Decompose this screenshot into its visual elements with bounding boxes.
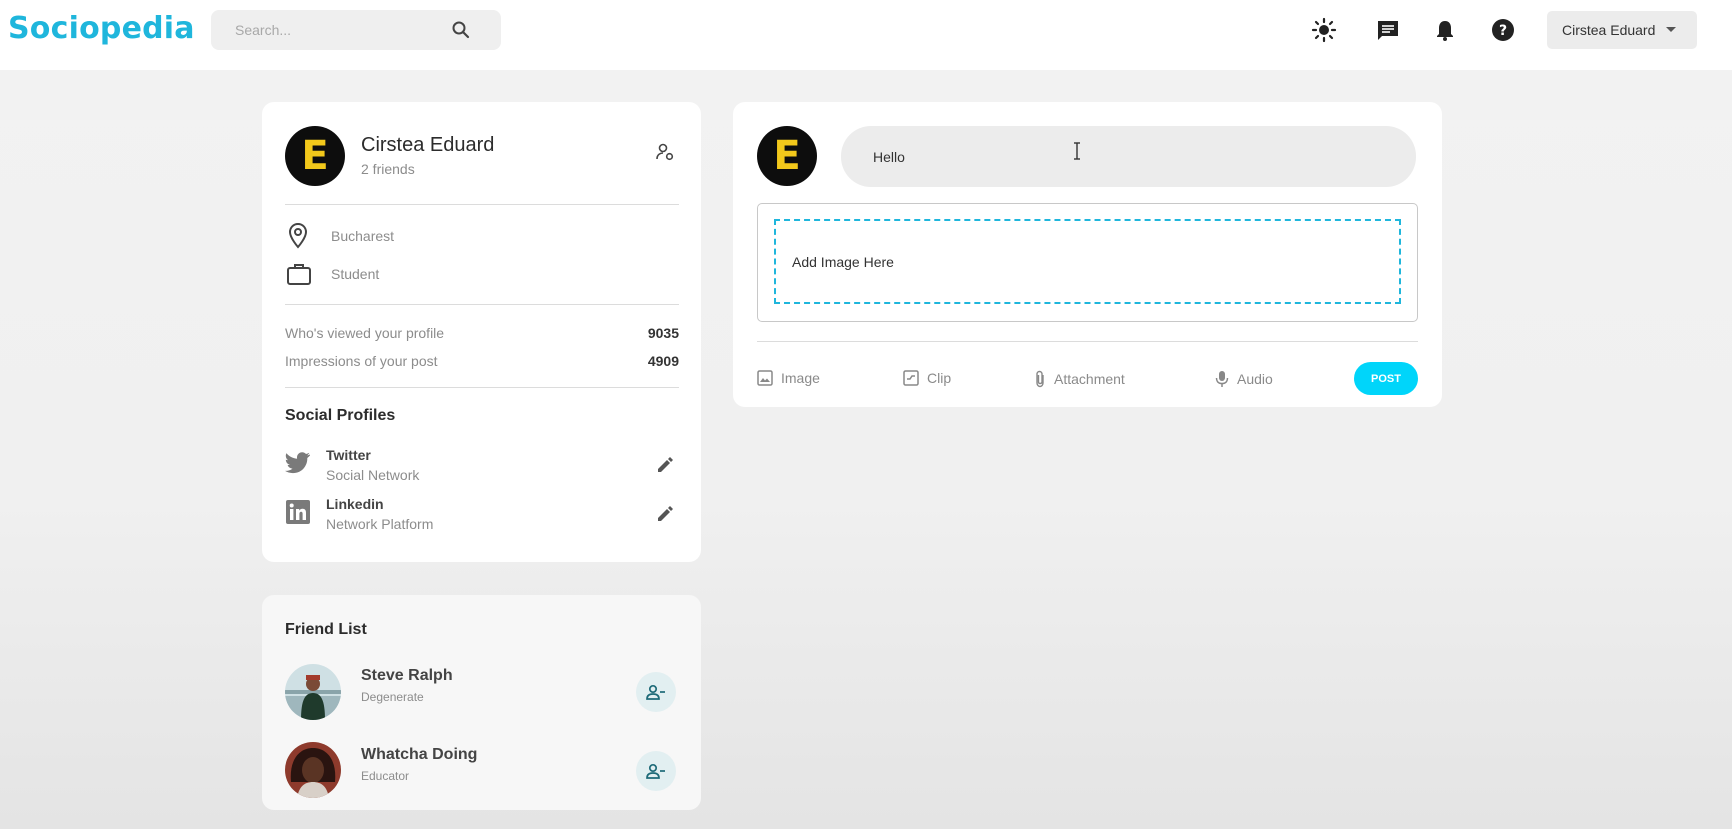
avatar[interactable]: E — [285, 126, 345, 186]
add-audio-button[interactable]: Audio — [1215, 370, 1273, 388]
message-icon[interactable] — [1374, 16, 1402, 44]
divider — [757, 341, 1418, 342]
remove-friend-button[interactable] — [636, 751, 676, 791]
microphone-icon — [1215, 371, 1229, 387]
profile-name[interactable]: Cirstea Eduard — [361, 134, 494, 157]
avatar[interactable]: E — [757, 126, 817, 186]
search-input[interactable] — [235, 19, 435, 41]
light-mode-icon[interactable] — [1310, 16, 1338, 44]
friend-name[interactable]: Steve Ralph — [361, 667, 453, 685]
divider — [285, 387, 679, 388]
location-text: Bucharest — [331, 228, 395, 244]
image-dropzone: Add Image Here — [757, 203, 1418, 322]
search-icon[interactable] — [451, 20, 471, 40]
profile-views-label: Who's viewed your profile — [285, 325, 445, 341]
location-pin-icon — [286, 222, 310, 255]
svg-text:?: ? — [1499, 23, 1507, 39]
friend-list-widget: Friend List Steve Ralph Degenerate Whatc… — [262, 595, 701, 810]
linkedin-name[interactable]: Linkedin — [326, 496, 384, 512]
social-profiles-title: Social Profiles — [285, 407, 396, 424]
edit-pencil-icon[interactable] — [656, 505, 674, 528]
attachment-icon — [1036, 370, 1044, 388]
occupation-text: Student — [331, 266, 380, 282]
add-attachment-button[interactable]: Attachment — [1034, 370, 1125, 388]
post-text-input[interactable] — [841, 126, 1416, 187]
add-image-button[interactable]: Image — [757, 370, 820, 386]
person-remove-icon — [646, 763, 665, 779]
remove-friend-button[interactable] — [636, 672, 676, 712]
friend-occupation: Educator — [361, 769, 410, 783]
dropzone-text: Add Image Here — [792, 254, 894, 270]
chevron-down-icon — [1666, 27, 1676, 32]
attachment-action-label: Attachment — [1054, 371, 1125, 387]
edit-pencil-icon[interactable] — [656, 456, 674, 479]
work-briefcase-icon — [286, 261, 312, 292]
profile-views-value: 9035 — [647, 325, 679, 341]
manage-account-icon[interactable] — [655, 142, 675, 167]
twitter-icon — [284, 452, 311, 479]
friends-count: 2 friends — [361, 161, 415, 177]
friend-avatar[interactable] — [285, 742, 341, 798]
clip-icon — [903, 370, 919, 386]
user-menu-label: Cirstea Eduard — [1562, 22, 1656, 38]
linkedin-icon — [286, 500, 310, 529]
clip-action-label: Clip — [927, 370, 952, 386]
text-cursor-icon — [1072, 142, 1082, 165]
image-action-label: Image — [781, 370, 820, 386]
twitter-desc: Social Network — [326, 467, 420, 483]
notification-bell-icon[interactable] — [1431, 16, 1459, 44]
user-menu-select[interactable]: Cirstea Eduard — [1547, 11, 1697, 49]
post-impressions-value: 4909 — [647, 353, 679, 369]
image-dropzone-area[interactable]: Add Image Here — [774, 219, 1401, 304]
top-navbar: Sociopedia ? Cirstea Eduard — [0, 0, 1732, 70]
logo[interactable]: Sociopedia — [8, 11, 195, 46]
image-icon — [757, 370, 773, 386]
create-post-widget: E Add Image Here Image Clip Attachment A… — [733, 102, 1442, 407]
help-icon[interactable]: ? — [1489, 16, 1517, 44]
twitter-name[interactable]: Twitter — [326, 447, 371, 463]
person-remove-icon — [646, 684, 665, 700]
divider — [285, 304, 679, 305]
friend-list-title: Friend List — [285, 621, 367, 638]
user-widget: E Cirstea Eduard 2 friends Bucharest Stu… — [262, 102, 701, 562]
audio-action-label: Audio — [1237, 371, 1273, 387]
friend-name[interactable]: Whatcha Doing — [361, 746, 477, 764]
linkedin-desc: Network Platform — [326, 516, 434, 532]
friend-occupation: Degenerate — [361, 690, 424, 704]
divider — [285, 204, 679, 205]
post-submit-button[interactable]: POST — [1354, 362, 1418, 395]
search-bar — [211, 10, 501, 50]
post-impressions-label: Impressions of your post — [285, 353, 438, 369]
friend-avatar[interactable] — [285, 664, 341, 720]
add-clip-button[interactable]: Clip — [903, 370, 951, 386]
